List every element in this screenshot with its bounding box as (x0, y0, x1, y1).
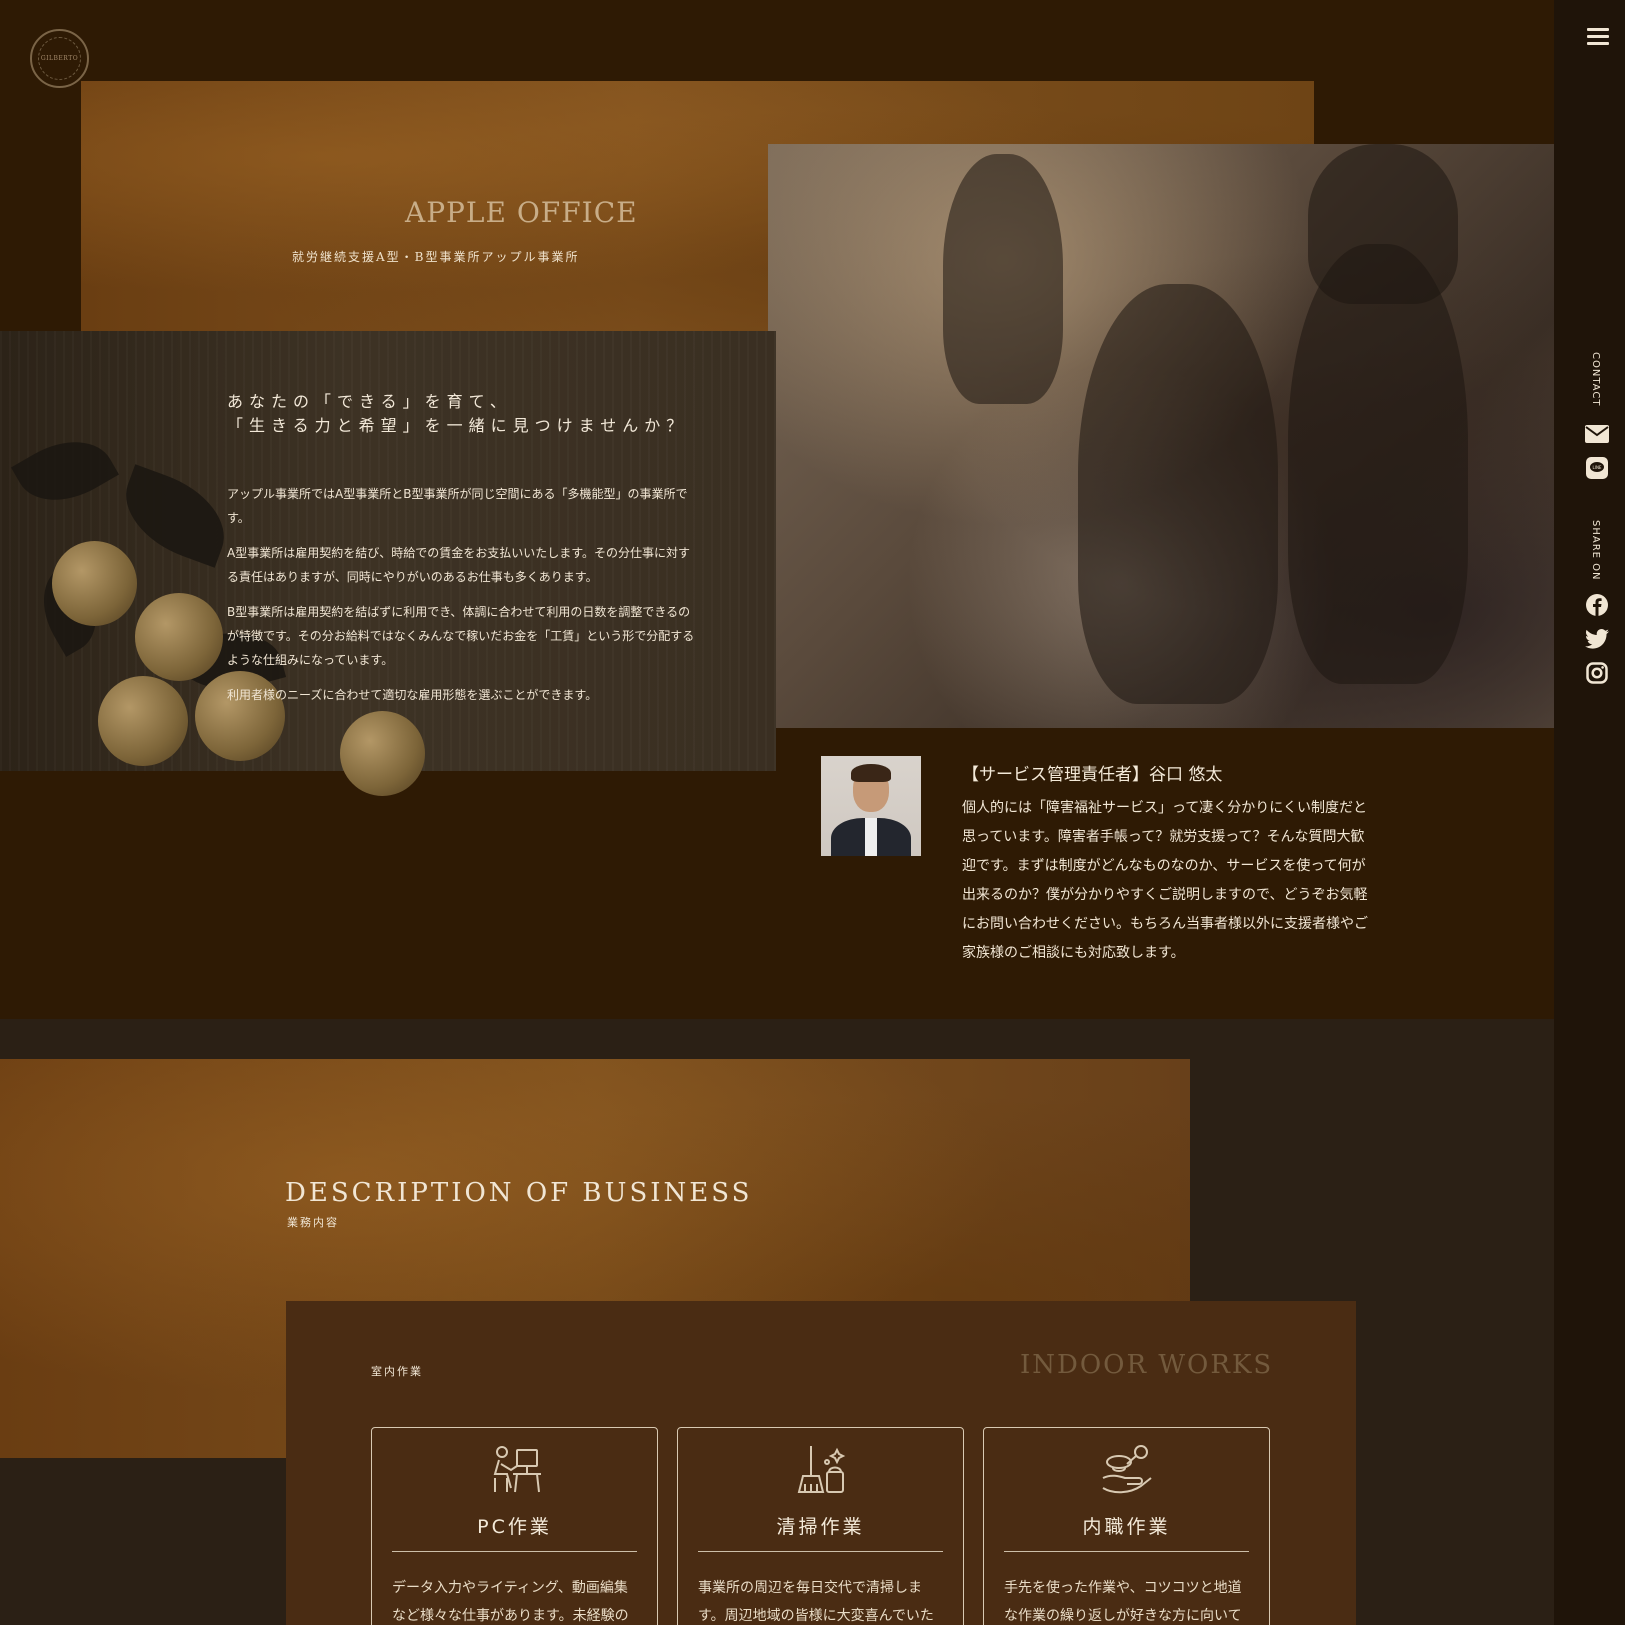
indoor-works-jp-label: 室内作業 (371, 1365, 423, 1378)
intro-body: アップル事業所ではA型事業所とB型事業所が同じ空間にある「多機能型」の事業所です… (227, 482, 697, 718)
share-label: SHARE ON (1590, 520, 1601, 581)
intro-paragraph: 利用者様のニーズに合わせて適切な雇用形態を選ぶことができます。 (227, 688, 598, 702)
work-card-title: PC作業 (477, 1516, 552, 1538)
work-card-pc[interactable]: PC作業 データ入力やライティング、動画編集など様々な仕事があります。未経験の (371, 1427, 658, 1625)
pc-work-icon (487, 1442, 543, 1498)
indoor-works-en-label: INDOOR WORKS (1020, 1350, 1274, 1380)
twitter-icon[interactable] (1585, 627, 1609, 651)
work-card-text: データ入力やライティング、動画編集など様々な仕事があります。未経験の (392, 1580, 629, 1624)
divider (1004, 1551, 1249, 1552)
business-subtitle: 業務内容 (287, 1216, 339, 1229)
business-title: DESCRIPTION OF BUSINESS (285, 1178, 753, 1208)
divider (698, 1551, 943, 1552)
manager-title: 【サービス管理責任者】谷口 悠太 (962, 765, 1223, 785)
right-sidebar (1554, 0, 1625, 1625)
divider (392, 1551, 637, 1552)
facebook-icon[interactable] (1585, 593, 1609, 617)
intro-paragraph: B型事業所は雇用契約を結ばずに利用でき、体調に合わせて利用の日数を調整できるのが… (227, 605, 695, 667)
hero-title: APPLE OFFICE (405, 196, 638, 229)
svg-text:LINE: LINE (1593, 465, 1602, 470)
cleaning-icon (793, 1442, 849, 1498)
mail-icon[interactable] (1585, 422, 1609, 446)
menu-icon[interactable] (1587, 28, 1609, 46)
instagram-icon[interactable] (1585, 661, 1609, 685)
intro-paragraph: アップル事業所ではA型事業所とB型事業所が同じ空間にある「多機能型」の事業所です… (227, 487, 688, 525)
handwork-icon (1099, 1442, 1155, 1498)
work-card-text: 事業所の周辺を毎日交代で清掃します。周辺地域の皆様に大変喜んでいた (698, 1580, 934, 1624)
work-card-title: 内職作業 (1082, 1516, 1171, 1538)
line-icon[interactable]: LINE (1585, 456, 1609, 480)
work-card-text: 手先を使った作業や、コツコツと地道な作業の繰り返しが好きな方に向いて (1004, 1580, 1242, 1624)
contact-label: CONTACT (1590, 352, 1601, 407)
office-photo (768, 144, 1554, 728)
logo-text: GILBERTO (40, 55, 79, 62)
intro-heading-line2: 「生きる力と希望」を一緒に見つけませんか？ (227, 416, 689, 435)
site-logo[interactable]: GILBERTO (30, 29, 89, 88)
work-card-title: 清掃作業 (776, 1516, 865, 1538)
manager-avatar (821, 756, 921, 856)
intro-heading: あなたの「できる」を育て、 「生きる力と希望」を一緒に見つけませんか？ (227, 390, 688, 438)
intro-paragraph: A型事業所は雇用契約を結び、時給での賃金をお支払いいたします。その分仕事に対する… (227, 546, 691, 584)
work-card-cleaning[interactable]: 清掃作業 事業所の周辺を毎日交代で清掃します。周辺地域の皆様に大変喜んでいた (677, 1427, 964, 1625)
work-card-handwork[interactable]: 内職作業 手先を使った作業や、コツコツと地道な作業の繰り返しが好きな方に向いて (983, 1427, 1270, 1625)
manager-message: 個人的には「障害福祉サービス」って凄く分かりにくい制度だと思っています。障害者手… (962, 800, 1368, 961)
intro-heading-line1: あなたの「できる」を育て、 (227, 392, 512, 411)
hero-subtitle: 就労継続支援A型・B型事業所アップル事業所 (292, 250, 580, 264)
